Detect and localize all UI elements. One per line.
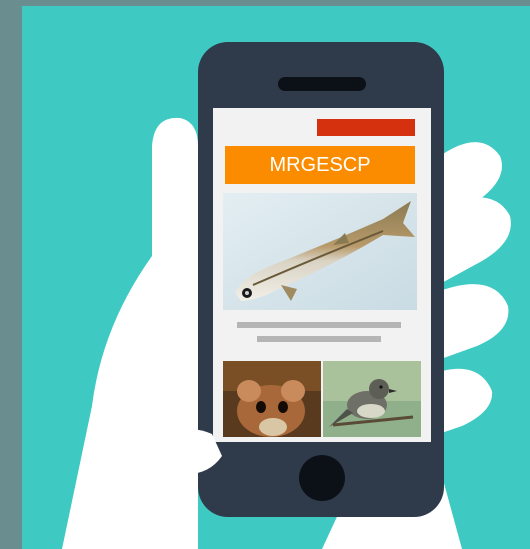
thumb-icon xyxy=(172,429,222,475)
illustration-frame: MRGESCP xyxy=(22,6,530,549)
